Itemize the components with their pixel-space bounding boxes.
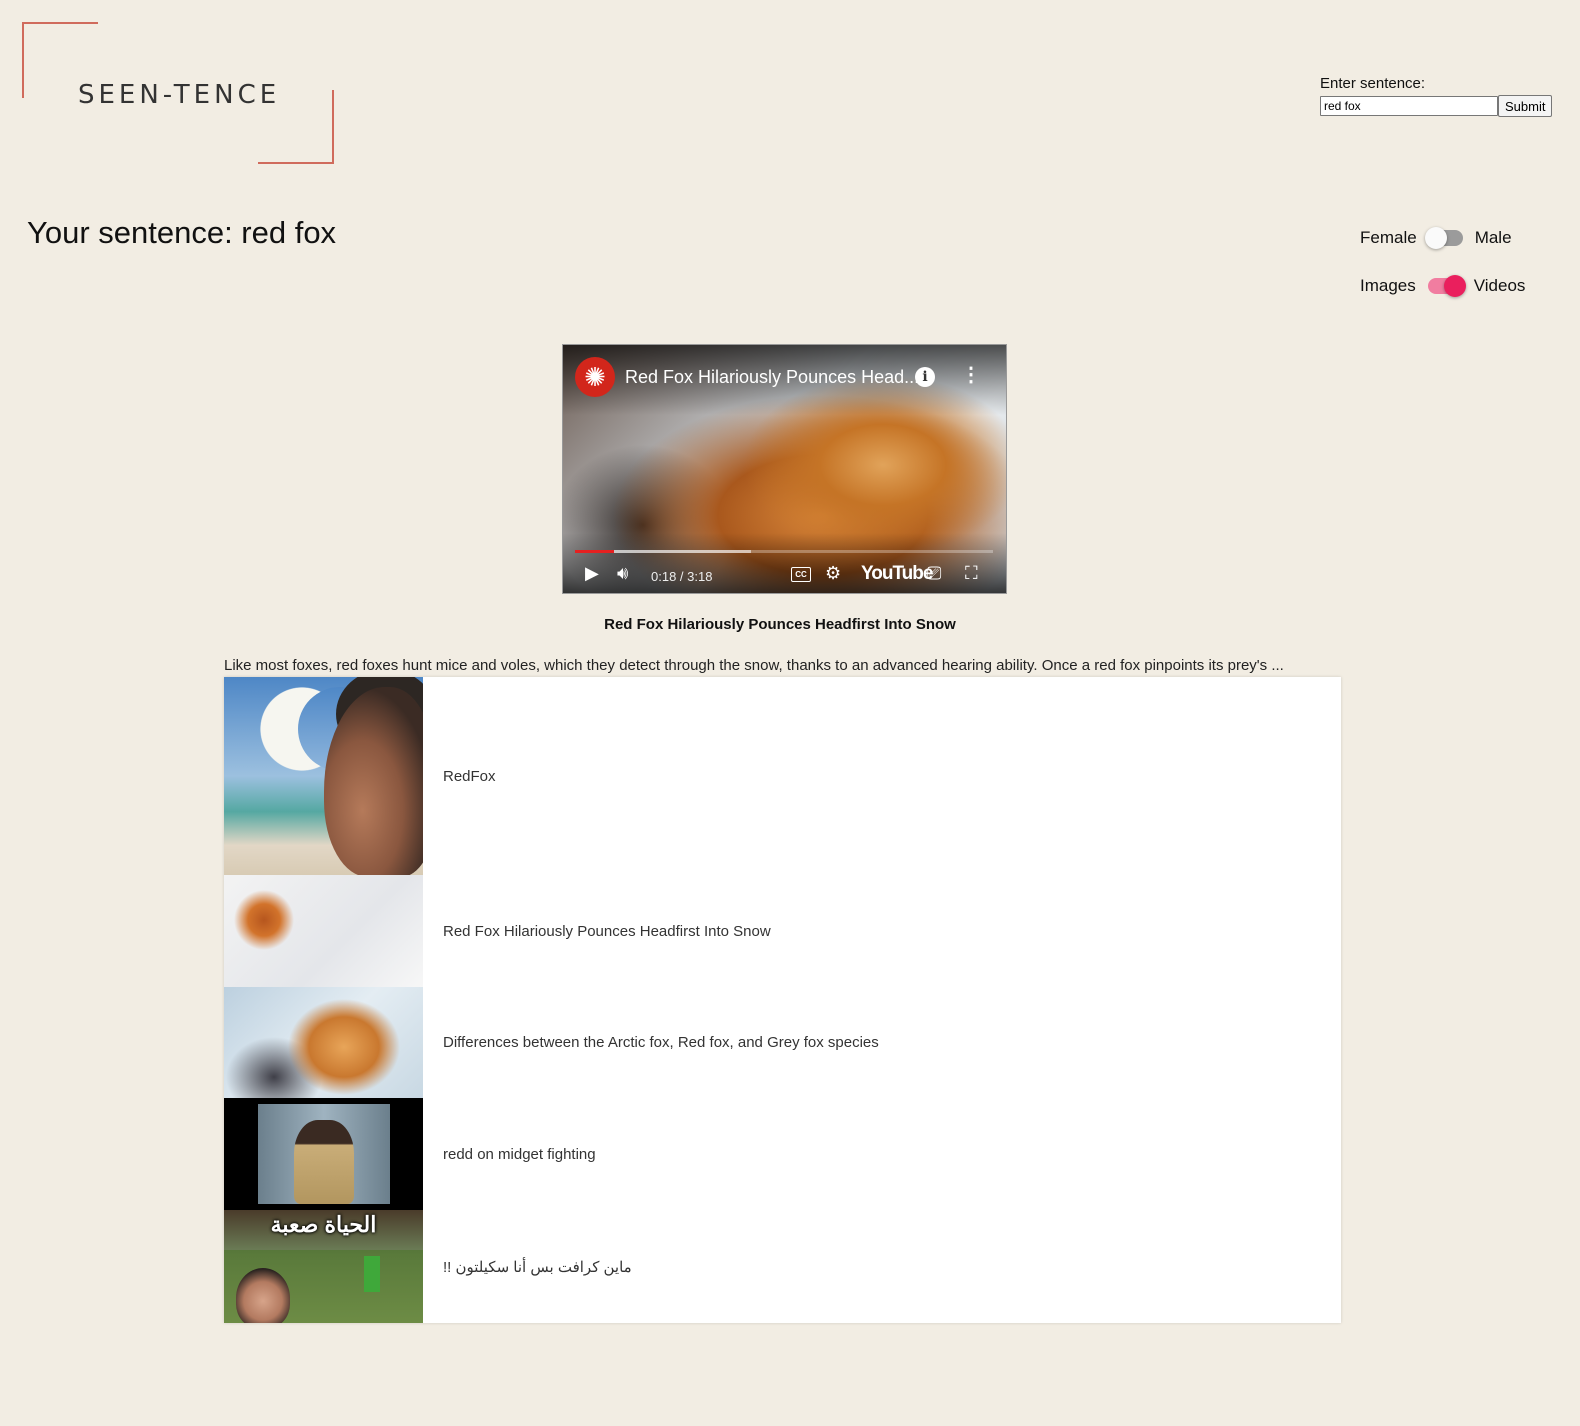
volume-icon[interactable]: 🔊︎ [617,563,628,583]
logo: SEEN-TENCE [22,22,334,164]
result-thumbnail[interactable] [224,987,423,1098]
toggle-knob [1443,275,1466,297]
results-list: RedFox Red Fox Hilariously Pounces Headf… [224,677,1341,1323]
cast-icon[interactable]: ⎚ [927,563,941,583]
result-title[interactable]: redd on midget fighting [443,1146,596,1163]
result-thumbnail[interactable] [224,1098,423,1210]
result-title[interactable]: RedFox [443,768,496,785]
toggle-knob [1424,227,1447,249]
list-item[interactable]: redd on midget fighting [224,1098,1341,1210]
video-description: Like most foxes, red foxes hunt mice and… [224,657,1284,674]
video-player[interactable]: ✺ Red Fox Hilariously Pounces Head... i … [562,344,1007,594]
youtube-logo[interactable]: YouTube [861,563,933,585]
voice-female-label: Female [1360,228,1417,247]
play-icon[interactable]: ▶ [585,563,599,583]
result-title[interactable]: ماين كرافت بس أنا سكيلتون !! [443,1258,632,1276]
sentence-label: Enter sentence: [1320,75,1426,92]
submit-button[interactable]: Submit [1498,95,1553,117]
logo-text: SEEN-TENCE [78,80,281,110]
channel-logo-icon[interactable]: ✺ [575,357,615,397]
result-title[interactable]: Red Fox Hilariously Pounces Headfirst In… [443,923,771,940]
fullscreen-icon[interactable]: ⛶ [965,563,978,583]
voice-toggle-group: Female Male [1360,227,1512,249]
voice-male-label: Male [1474,228,1512,247]
settings-icon[interactable]: ⚙ [825,563,841,583]
result-thumbnail[interactable] [224,677,423,875]
result-thumbnail[interactable]: الحياة صعبة [224,1210,423,1323]
more-icon[interactable]: ⋮ [961,365,981,385]
video-title[interactable]: Red Fox Hilariously Pounces Head... [625,367,919,388]
media-toggle-group: Images Videos [1360,275,1526,297]
time-display: 0:18 / 3:18 [651,569,713,584]
result-thumbnail[interactable] [224,875,423,987]
list-item[interactable]: RedFox [224,677,1341,875]
page-title: Your sentence: red fox [27,215,337,250]
thumbnail-text: الحياة صعبة [270,1212,377,1237]
sentence-form: Enter sentence: Submit [1320,75,1553,117]
result-title[interactable]: Differences between the Arctic fox, Red … [443,1034,879,1051]
media-images-label: Images [1360,276,1416,295]
voice-toggle[interactable] [1424,227,1463,249]
media-toggle[interactable] [1427,275,1466,297]
video-caption: Red Fox Hilariously Pounces Headfirst In… [604,616,956,633]
sentence-input[interactable] [1320,96,1498,116]
info-icon[interactable]: i [915,367,935,387]
media-videos-label: Videos [1473,276,1526,295]
captions-icon[interactable]: CC [791,567,811,582]
list-item[interactable]: الحياة صعبة ماين كرافت بس أنا سكيلتون !! [224,1210,1341,1323]
progress-bar[interactable] [575,550,993,553]
list-item[interactable]: Differences between the Arctic fox, Red … [224,987,1341,1098]
played-bar [575,550,615,553]
list-item[interactable]: Red Fox Hilariously Pounces Headfirst In… [224,875,1341,987]
